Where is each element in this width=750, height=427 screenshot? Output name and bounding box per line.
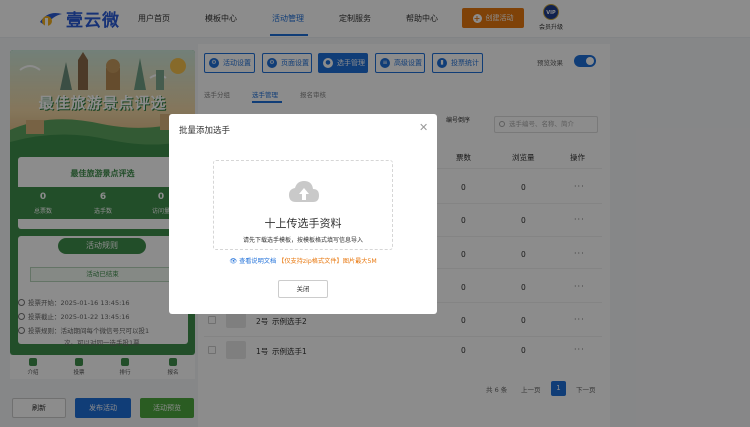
view-docs-link[interactable]: 查看说明文档	[239, 258, 276, 265]
file-format-note: 【仅支持zip格式文件】图片最大5M	[278, 258, 377, 265]
close-button[interactable]: 关闭	[278, 280, 328, 298]
upload-title: 十上传选手资料	[264, 217, 342, 230]
batch-add-contestants-dialog: 批量添加选手 ✕ 十上传选手资料 请先下载选手模板，按模板格式填写信息导入 👁 …	[169, 114, 437, 314]
dialog-title: 批量添加选手	[179, 126, 231, 136]
cloud-upload-icon	[288, 180, 320, 208]
close-icon[interactable]: ✕	[419, 121, 428, 134]
upload-description: 请先下载选手模板，按模板格式填写信息导入	[242, 237, 363, 244]
eye-icon: 👁	[229, 258, 238, 265]
help-line: 👁 查看说明文档 【仅支持zip格式文件】图片最大5M	[169, 256, 437, 265]
